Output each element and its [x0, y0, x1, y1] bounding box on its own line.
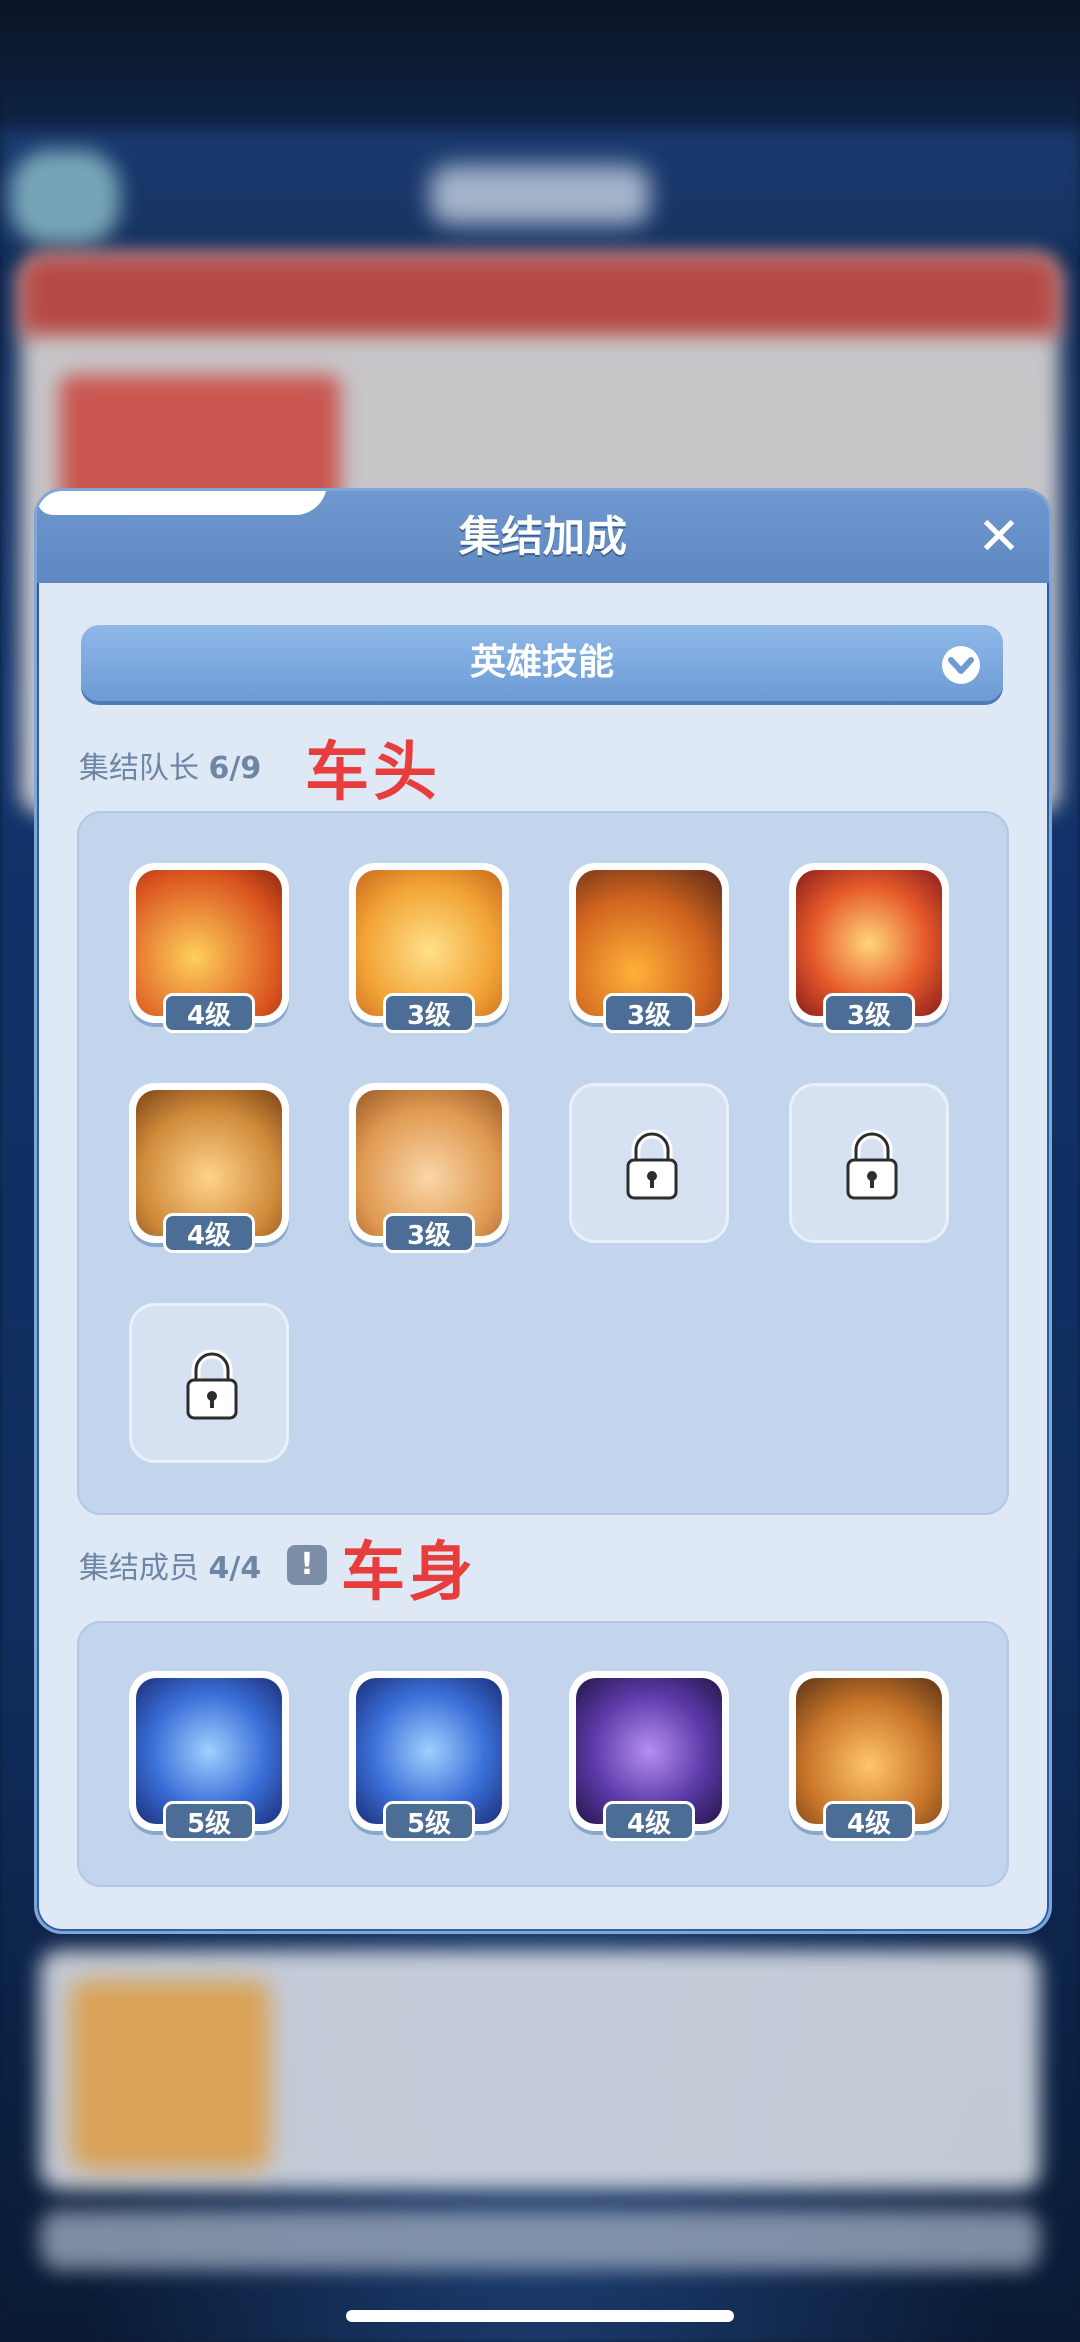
skill-slot[interactable]: 4级	[129, 1083, 289, 1253]
locked-skill-slot[interactable]	[129, 1303, 289, 1463]
leader-section-label: 集结队长 6/9	[79, 751, 262, 786]
leader-annotation: 车头	[305, 736, 441, 810]
skill-level-badge: 3级	[603, 993, 695, 1033]
skill-level-badge: 3级	[383, 993, 475, 1033]
background-back-button	[10, 150, 120, 245]
leader-skills-panel: 4级 3级 3级 3级 4级 3级	[77, 811, 1009, 1515]
lock-icon	[186, 1349, 238, 1420]
close-button[interactable]: ✕	[971, 509, 1027, 565]
skill-slot[interactable]: 3级	[569, 863, 729, 1033]
category-dropdown-label: 英雄技能	[469, 642, 614, 683]
skill-slot[interactable]: 3级	[349, 1083, 509, 1253]
member-section-label: 集结成员 4/4	[79, 1551, 262, 1586]
home-indicator[interactable]	[346, 2310, 734, 2322]
rally-bonus-modal: 集结加成 ✕ 英雄技能 集结队长 6/9 车头 4级 3级 3级 3级 4级 3…	[34, 488, 1052, 1934]
member-annotation: 车身	[341, 1536, 477, 1610]
background-title	[430, 165, 650, 225]
skill-slot[interactable]: 5级	[129, 1671, 289, 1841]
skill-slot[interactable]: 4级	[129, 863, 289, 1033]
skill-slot[interactable]: 4级	[789, 1671, 949, 1841]
skill-level-badge: 4级	[163, 1213, 255, 1253]
background-list-card-image	[70, 1980, 270, 2170]
skill-level-badge: 5级	[383, 1801, 475, 1841]
info-icon[interactable]: !	[287, 1545, 327, 1585]
locked-skill-slot[interactable]	[789, 1083, 949, 1243]
skill-level-badge: 3级	[823, 993, 915, 1033]
category-dropdown[interactable]: 英雄技能	[81, 625, 1003, 701]
background-card-header	[20, 255, 1060, 335]
skill-level-badge: 4级	[823, 1801, 915, 1841]
skill-slot[interactable]: 3级	[789, 863, 949, 1033]
skill-level-badge: 3级	[383, 1213, 475, 1253]
chevron-down-icon	[942, 646, 980, 684]
skill-level-badge: 4级	[163, 993, 255, 1033]
lock-icon	[626, 1129, 678, 1200]
locked-skill-slot[interactable]	[569, 1083, 729, 1243]
background-list-card-2	[40, 2210, 1040, 2270]
member-skills-panel: 5级 5级 4级 4级	[77, 1621, 1009, 1887]
modal-title: 集结加成	[458, 512, 627, 561]
skill-slot[interactable]: 5级	[349, 1671, 509, 1841]
skill-slot[interactable]: 4级	[569, 1671, 729, 1841]
skill-level-badge: 4级	[603, 1801, 695, 1841]
skill-slot[interactable]: 3级	[349, 863, 509, 1033]
skill-level-badge: 5级	[163, 1801, 255, 1841]
lock-icon	[846, 1129, 898, 1200]
